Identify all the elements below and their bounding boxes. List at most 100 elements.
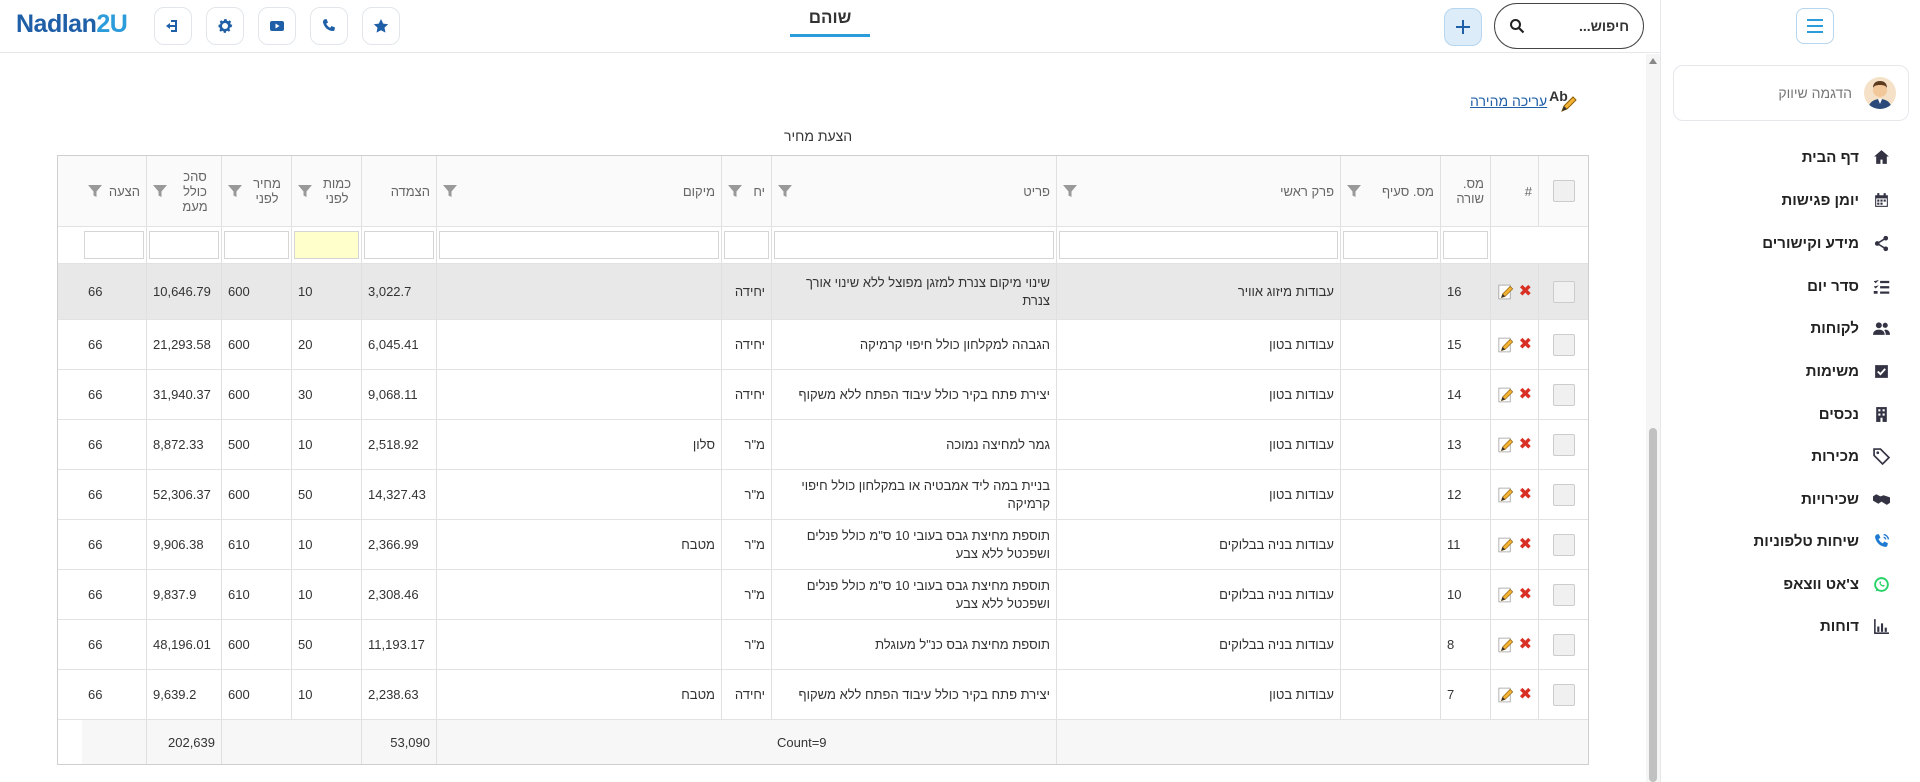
- col-total-vat[interactable]: סהכ כולל מעמ: [146, 156, 221, 226]
- delete-icon[interactable]: ✖: [1519, 384, 1532, 406]
- delete-icon[interactable]: ✖: [1519, 634, 1532, 656]
- table-row[interactable]: ✖ 10 עבודות בניה בבלוקים תוספת מחיצת גבס בע…: [58, 570, 1588, 620]
- filter-section-no[interactable]: [1340, 227, 1440, 263]
- delete-icon[interactable]: ✖: [1519, 534, 1532, 556]
- sidebar-item-4[interactable]: סדר יום: [1807, 274, 1890, 298]
- col-row-no[interactable]: מס. שורה: [1440, 156, 1490, 226]
- filter-icon[interactable]: [228, 184, 242, 198]
- filter-price[interactable]: [221, 227, 291, 263]
- filter-icon[interactable]: [1347, 184, 1361, 198]
- filter-indexation[interactable]: [361, 227, 436, 263]
- sidebar-item-10[interactable]: שיחות טלפוניות: [1754, 529, 1890, 553]
- filter-icon[interactable]: [778, 184, 792, 198]
- sidebar-item-12[interactable]: דוחות: [1820, 614, 1890, 638]
- row-checkbox[interactable]: [1552, 383, 1575, 406]
- logout-button[interactable]: [154, 7, 192, 45]
- filter-indexation-input[interactable]: [364, 231, 434, 259]
- quick-edit[interactable]: עריכה מהירה Ab: [1470, 88, 1581, 114]
- filter-row-no[interactable]: [1440, 227, 1490, 263]
- vertical-scrollbar[interactable]: [1646, 54, 1660, 782]
- edit-icon[interactable]: [1497, 481, 1515, 509]
- filter-chapter[interactable]: [1056, 227, 1340, 263]
- delete-icon[interactable]: ✖: [1519, 434, 1532, 456]
- filter-row-no-input[interactable]: [1443, 231, 1488, 259]
- delete-icon[interactable]: ✖: [1519, 281, 1532, 303]
- col-item[interactable]: פריט: [771, 156, 1056, 226]
- col-offer[interactable]: הצעה: [82, 156, 146, 226]
- filter-qty[interactable]: [291, 227, 361, 263]
- row-checkbox[interactable]: [1552, 333, 1575, 356]
- filter-icon[interactable]: [88, 184, 102, 198]
- row-select[interactable]: [1538, 370, 1588, 419]
- edit-icon[interactable]: [1497, 381, 1515, 409]
- edit-icon[interactable]: [1497, 531, 1515, 559]
- phone-button[interactable]: [310, 7, 348, 45]
- filter-total-input[interactable]: [149, 231, 219, 259]
- sidebar-item-11[interactable]: צ'אט ווצאפ: [1783, 572, 1890, 596]
- filter-item-input[interactable]: [774, 231, 1054, 259]
- menu-toggle-button[interactable]: [1796, 8, 1834, 44]
- filter-unit[interactable]: [721, 227, 771, 263]
- col-unit[interactable]: יח: [721, 156, 771, 226]
- edit-icon[interactable]: [1497, 681, 1515, 709]
- col-qty-before[interactable]: כמות לפני: [291, 156, 361, 226]
- add-button[interactable]: [1444, 8, 1482, 46]
- sidebar-item-3[interactable]: מידע וקישורים: [1762, 231, 1890, 255]
- quick-edit-link[interactable]: עריכה מהירה: [1470, 93, 1547, 109]
- filter-location-input[interactable]: [439, 231, 719, 259]
- row-checkbox[interactable]: [1552, 280, 1575, 303]
- filter-unit-input[interactable]: [724, 231, 769, 259]
- filter-icon[interactable]: [443, 184, 457, 198]
- col-location[interactable]: מיקום: [436, 156, 721, 226]
- table-row[interactable]: ✖ 8 עבודות בניה בבלוקים תוספת מחיצת גבס כנ"…: [58, 620, 1588, 670]
- sidebar-item-7[interactable]: נכסים: [1819, 402, 1890, 426]
- table-row[interactable]: ✖ 7 עבודות בטון יצירת פתח בקיר כולל עיבוד ה…: [58, 670, 1588, 720]
- user-card[interactable]: הדגמה שיווק: [1673, 65, 1909, 121]
- filter-icon[interactable]: [153, 184, 167, 198]
- filter-total[interactable]: [146, 227, 221, 263]
- filter-icon[interactable]: [728, 184, 742, 198]
- filter-price-input[interactable]: [224, 231, 289, 259]
- col-chapter[interactable]: פרק ראשי: [1056, 156, 1340, 226]
- table-row[interactable]: ✖ 16 עבודות מיזוג אוויר שינוי מיקום צנרת למ…: [58, 264, 1588, 320]
- row-checkbox[interactable]: [1552, 633, 1575, 656]
- delete-icon[interactable]: ✖: [1519, 584, 1532, 606]
- col-section-no[interactable]: מס. סעיף: [1340, 156, 1440, 226]
- row-checkbox[interactable]: [1552, 533, 1575, 556]
- delete-icon[interactable]: ✖: [1519, 484, 1532, 506]
- filter-item[interactable]: [771, 227, 1056, 263]
- filter-location[interactable]: [436, 227, 721, 263]
- scroll-up-arrow[interactable]: [1649, 58, 1657, 64]
- filter-offer[interactable]: [82, 227, 146, 263]
- edit-icon[interactable]: [1497, 631, 1515, 659]
- search-input[interactable]: חיפוש...: [1494, 3, 1644, 49]
- col-select-all[interactable]: [1538, 156, 1588, 226]
- sidebar-item-9[interactable]: שכירויות: [1801, 487, 1890, 511]
- row-checkbox[interactable]: [1552, 433, 1575, 456]
- table-row[interactable]: ✖ 12 עבודות בטון בניית במה ליד אמבטיה או במ…: [58, 470, 1588, 520]
- filter-chapter-input[interactable]: [1059, 231, 1338, 259]
- row-checkbox[interactable]: [1552, 683, 1575, 706]
- row-select[interactable]: [1538, 320, 1588, 369]
- table-row[interactable]: ✖ 13 עבודות בטון גמר למחיצה נמוכה מ"ר סלון 2,5…: [58, 420, 1588, 470]
- logo[interactable]: Nadlan2U: [16, 10, 128, 39]
- filter-icon[interactable]: [298, 184, 312, 198]
- edit-icon[interactable]: [1497, 278, 1515, 306]
- favorites-button[interactable]: [362, 7, 400, 45]
- table-row[interactable]: ✖ 11 עבודות בניה בבלוקים תוספת מחיצת גבס בע…: [58, 520, 1588, 570]
- row-select[interactable]: [1538, 570, 1588, 619]
- row-select[interactable]: [1538, 264, 1588, 319]
- filter-qty-input[interactable]: [294, 231, 359, 259]
- sidebar-item-6[interactable]: משימות: [1806, 359, 1890, 383]
- filter-section-no-input[interactable]: [1343, 231, 1438, 259]
- sidebar-item-5[interactable]: לקוחות: [1810, 316, 1890, 340]
- settings-button[interactable]: [206, 7, 244, 45]
- edit-icon[interactable]: [1497, 431, 1515, 459]
- row-checkbox[interactable]: [1552, 483, 1575, 506]
- row-select[interactable]: [1538, 620, 1588, 669]
- col-price-before[interactable]: מחיר לפני: [221, 156, 291, 226]
- edit-icon[interactable]: [1497, 331, 1515, 359]
- filter-offer-input[interactable]: [84, 231, 144, 259]
- filter-icon[interactable]: [1063, 184, 1077, 198]
- youtube-button[interactable]: [258, 7, 296, 45]
